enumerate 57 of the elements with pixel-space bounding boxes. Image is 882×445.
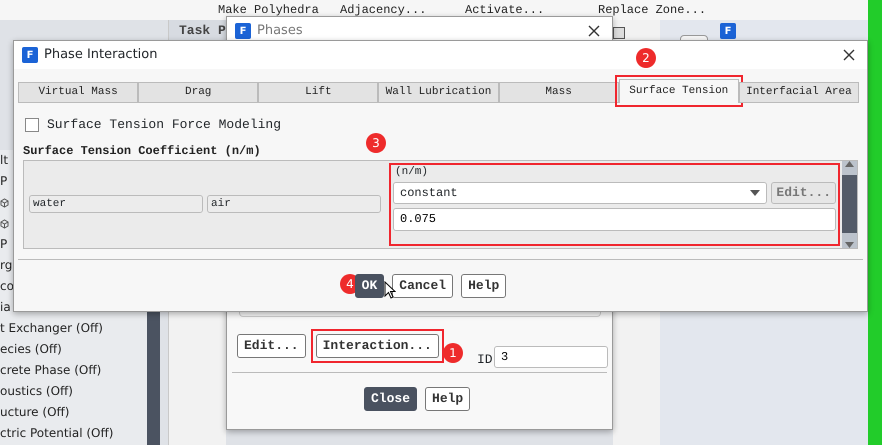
tab[interactable]: Interfacial Area <box>738 82 859 103</box>
method-dropdown[interactable]: constant <box>393 182 768 204</box>
tree-item[interactable]: co <box>0 279 14 293</box>
window-title: Phases <box>257 22 303 40</box>
tree-item[interactable]: ia <box>0 300 11 314</box>
button[interactable]: Close <box>364 387 418 411</box>
cube-icon <box>0 218 9 229</box>
id-label: ID <box>477 351 493 369</box>
section-title: Surface Tension Coefficient (n/m) <box>23 144 261 158</box>
up-arrow-icon[interactable] <box>845 160 854 166</box>
tree-item[interactable]: ctric Potential (Off) <box>0 426 114 440</box>
annotation-number: 1 <box>443 343 463 363</box>
table-cell: air <box>207 195 381 213</box>
tab[interactable]: Lift <box>258 82 378 103</box>
logo-icon: F <box>720 23 736 39</box>
button[interactable]: Edit... <box>237 334 306 358</box>
logo-icon: F <box>235 23 251 39</box>
task-page-title: Task P <box>169 20 226 42</box>
annotation-number: 3 <box>366 133 386 153</box>
unit-label: (n/m) <box>394 166 430 178</box>
button[interactable]: Help <box>461 274 506 298</box>
toolbar-item[interactable]: Activate... <box>465 3 544 17</box>
toolbar-item[interactable]: Adjacency... <box>340 3 426 17</box>
tree-item[interactable]: P <box>0 237 8 251</box>
tree-item[interactable]: P <box>0 174 8 188</box>
tab[interactable]: Drag <box>138 82 258 103</box>
dropdown-caret-icon <box>750 190 760 196</box>
toolbar-item[interactable]: Replace Zone... <box>598 3 706 17</box>
logo-icon: F <box>22 47 38 63</box>
scrollbar[interactable] <box>842 160 857 248</box>
tree-item[interactable]: rg <box>0 258 12 272</box>
button[interactable]: Help <box>425 387 470 411</box>
tab[interactable]: Mass <box>498 82 619 103</box>
table-cell: water <box>29 195 203 213</box>
edit-button[interactable]: Edit... <box>771 182 836 204</box>
checkbox-label: Surface Tension Force Modeling <box>47 116 282 134</box>
tree-item[interactable]: lt <box>0 153 8 167</box>
button[interactable]: Cancel <box>392 274 454 298</box>
tree-item[interactable]: oustics (Off) <box>0 384 73 398</box>
tree-item[interactable]: ucture (Off) <box>0 405 70 419</box>
toolbar-item[interactable]: Make Polyhedra <box>218 3 319 17</box>
tree-item[interactable]: ecies (Off) <box>0 342 62 356</box>
tab[interactable]: Virtual Mass <box>18 82 138 103</box>
cube-icon <box>0 198 9 208</box>
close-icon[interactable] <box>613 27 625 39</box>
checkbox[interactable] <box>25 118 39 132</box>
id-field[interactable]: 3 <box>494 346 608 368</box>
button[interactable]: Interaction... <box>316 334 439 358</box>
button[interactable]: OK <box>354 274 384 298</box>
mouse-cursor-icon <box>384 281 396 299</box>
tab[interactable]: Wall Lubrication <box>378 82 499 103</box>
value-field[interactable]: 0.075 <box>393 208 836 230</box>
scroll-thumb[interactable] <box>842 175 857 233</box>
window-title: Phase Interaction <box>44 46 158 64</box>
tree-item[interactable]: crete Phase (Off) <box>0 363 102 377</box>
down-arrow-icon[interactable] <box>845 242 854 248</box>
tree-item[interactable]: t Exchanger (Off) <box>0 321 103 335</box>
